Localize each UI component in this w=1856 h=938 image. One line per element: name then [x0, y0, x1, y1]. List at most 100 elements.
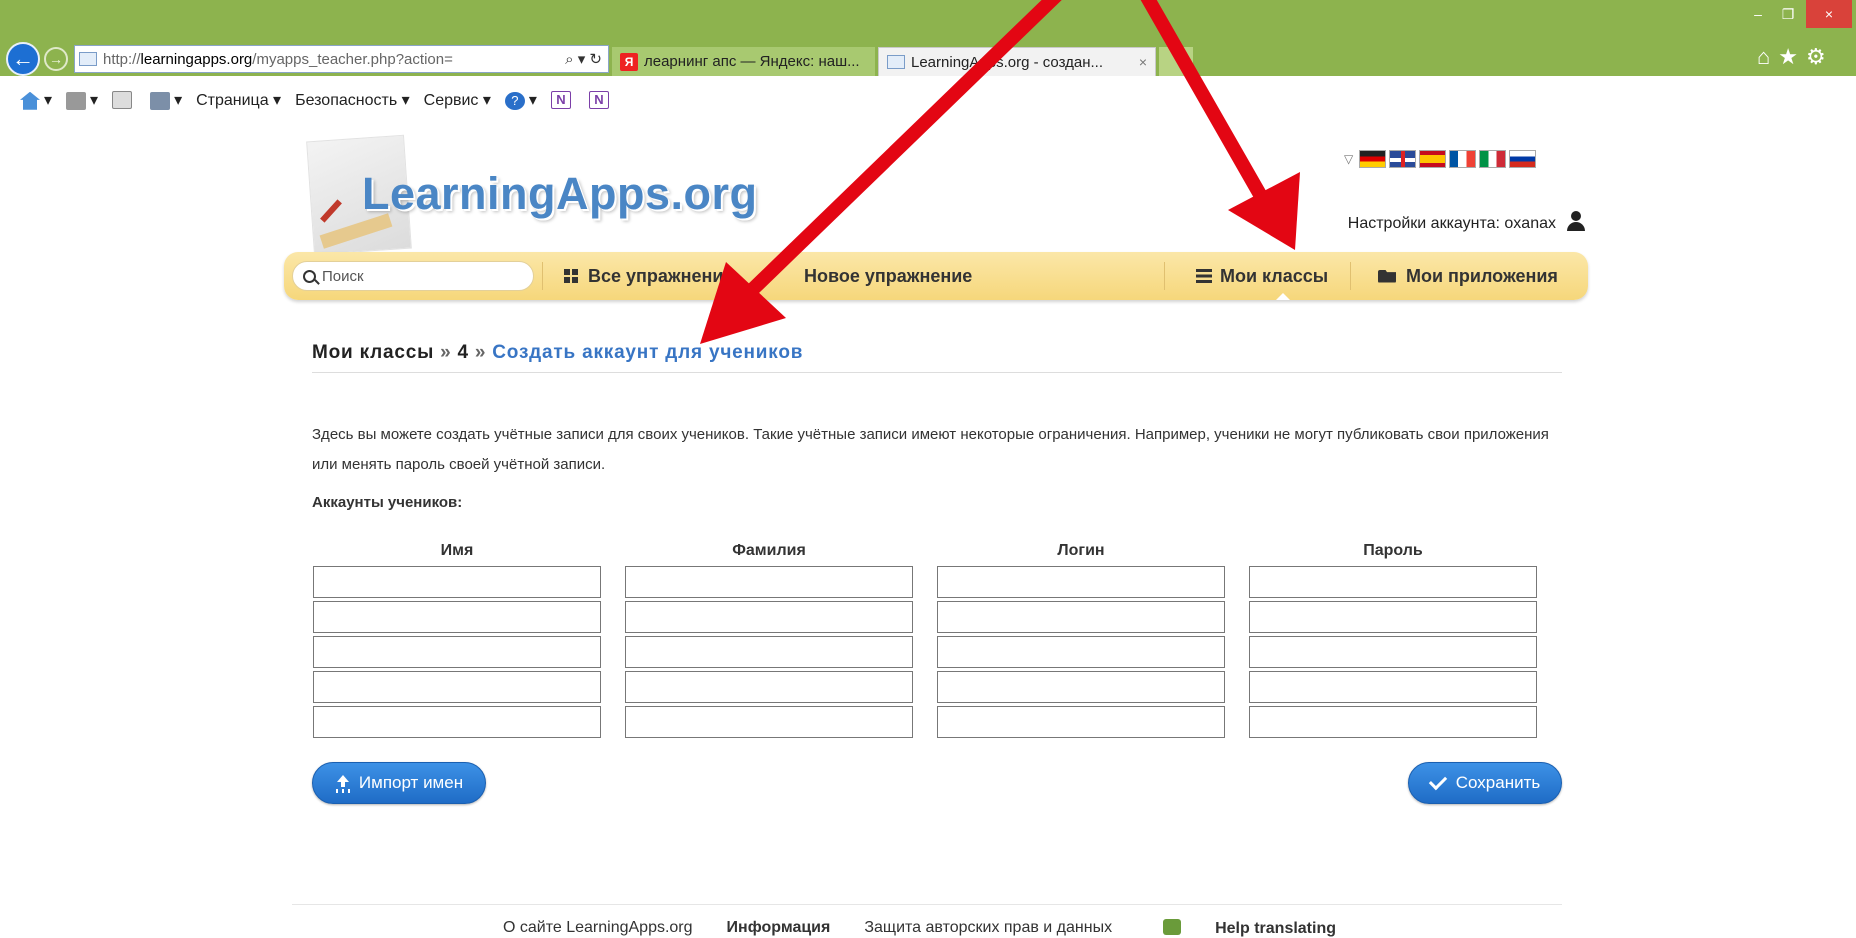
tab-close-icon[interactable]: × — [1139, 54, 1147, 70]
menu-all-exercises[interactable]: Все упражнения — [564, 252, 734, 300]
tab-yandex[interactable]: Я леарнинг апс — Яндекс: наш... — [612, 47, 875, 76]
close-window-button[interactable]: × — [1806, 0, 1852, 28]
mail-icon — [112, 90, 133, 109]
accounts-section-label: Аккаунты учеников: — [312, 494, 463, 511]
menu-new-exercise[interactable]: Новое упражнение — [804, 252, 972, 300]
checkmark-icon — [1428, 771, 1447, 791]
student-last-name-input[interactable] — [625, 706, 913, 738]
address-bar[interactable]: http://learningapps.org/myapps_teacher.p… — [74, 45, 609, 73]
student-first-name-input[interactable] — [313, 601, 601, 633]
student-first-name-input[interactable] — [313, 636, 601, 668]
home-button[interactable]: ▾ — [20, 90, 52, 110]
menu-label: Мои приложения — [1406, 265, 1558, 286]
breadcrumb-class[interactable]: 4 — [458, 342, 469, 363]
flag-english-icon[interactable] — [1389, 150, 1417, 168]
menu-my-classes[interactable]: Мои классы — [1196, 252, 1328, 300]
tab-learningapps[interactable]: LearningApps.org - создан... × — [878, 47, 1156, 76]
arrow-right-icon: → — [49, 51, 63, 67]
student-last-name-input[interactable] — [625, 566, 913, 598]
maximize-button[interactable]: ❐ — [1774, 0, 1802, 28]
menu-label: Мои классы — [1220, 265, 1329, 286]
student-password-input[interactable] — [1249, 601, 1537, 633]
onenote-button[interactable]: N — [550, 90, 575, 109]
student-password-input[interactable] — [1249, 566, 1537, 598]
breadcrumb-separator: » — [474, 342, 487, 363]
language-selector: ▽ — [1344, 150, 1539, 168]
service-menu[interactable]: Сервис ▾ — [424, 90, 491, 110]
arrow-left-icon: ← — [12, 46, 34, 71]
breadcrumb: Мои классы» 4» Создать аккаунт для ученико… — [312, 342, 803, 364]
footer-about-link[interactable]: О сайте LearningApps.org — [503, 919, 693, 938]
breadcrumb-separator: » — [440, 342, 452, 363]
help-button[interactable]: ? ▾ — [504, 90, 537, 110]
student-login-input[interactable] — [937, 671, 1225, 703]
onenote-icon: N — [550, 90, 571, 109]
home-favorites-settings-icons[interactable]: ⌂★⚙ — [1757, 44, 1834, 70]
footer-help-translating-link[interactable]: Help translating — [1146, 919, 1353, 938]
printer-icon — [150, 91, 171, 110]
menu-my-apps[interactable]: Мои приложения — [1378, 252, 1558, 300]
new-tab-button[interactable] — [1159, 47, 1193, 76]
student-accounts-grid — [313, 566, 1553, 741]
student-login-input[interactable] — [937, 636, 1225, 668]
address-search-refresh-icons[interactable]: ⌕ ▾ ↻ — [559, 50, 608, 68]
button-label: Сохранить — [1455, 773, 1541, 792]
forward-button[interactable]: → — [44, 47, 68, 71]
student-password-input[interactable] — [1249, 636, 1537, 668]
menu-divider — [1350, 262, 1351, 290]
student-login-input[interactable] — [937, 601, 1225, 633]
search-box[interactable] — [292, 261, 534, 291]
footer-info-link[interactable]: Информация — [727, 919, 831, 938]
search-icon — [303, 269, 316, 283]
student-last-name-input[interactable] — [625, 636, 913, 668]
menu-divider — [542, 262, 543, 290]
folder-icon — [1378, 269, 1396, 283]
back-button[interactable]: ← — [6, 42, 40, 76]
column-header-login: Логин — [1057, 542, 1105, 559]
search-input[interactable] — [322, 267, 522, 285]
flag-spanish-icon[interactable] — [1419, 150, 1447, 168]
student-row — [313, 636, 1553, 671]
student-password-input[interactable] — [1249, 671, 1537, 703]
menu-label: Новое упражнение — [804, 265, 973, 286]
footer-help-label: Help translating — [1215, 920, 1336, 937]
account-settings-link[interactable]: Настройки аккаунта: oxanax — [1280, 211, 1586, 233]
footer-copyright-link[interactable]: Защита авторских прав и данных — [864, 919, 1112, 938]
feeds-button[interactable]: ▾ — [66, 90, 98, 110]
flag-russian-icon[interactable] — [1509, 150, 1537, 168]
page-icon — [887, 55, 905, 69]
menu-label: Все упражнения — [588, 265, 734, 286]
student-login-input[interactable] — [937, 706, 1225, 738]
menu-divider — [1164, 262, 1165, 290]
rss-icon — [66, 91, 87, 110]
student-first-name-input[interactable] — [313, 671, 601, 703]
breadcrumb-my-classes[interactable]: Мои классы — [312, 342, 434, 363]
user-icon — [1566, 211, 1586, 231]
mail-button[interactable] — [112, 90, 136, 109]
page-menu[interactable]: Страница ▾ — [196, 90, 281, 110]
button-label: Импорт имен — [358, 773, 464, 792]
import-names-button[interactable]: Импорт имен — [312, 762, 486, 804]
flag-french-icon[interactable] — [1449, 150, 1477, 168]
flag-german-icon[interactable] — [1359, 150, 1387, 168]
flag-italian-icon[interactable] — [1479, 150, 1507, 168]
language-toggle-icon[interactable]: ▽ — [1344, 152, 1353, 166]
help-icon: ? — [504, 91, 525, 110]
print-button[interactable]: ▾ — [150, 90, 182, 110]
column-header-password: Пароль — [1363, 542, 1423, 559]
list-icon — [1196, 269, 1212, 283]
minimize-button[interactable]: – — [1744, 0, 1772, 28]
onenote-linked-button[interactable]: N — [588, 90, 613, 109]
student-login-input[interactable] — [937, 566, 1225, 598]
site-logo[interactable]: LearningApps.org — [362, 168, 758, 220]
student-last-name-input[interactable] — [625, 671, 913, 703]
security-menu[interactable]: Безопасность ▾ — [295, 90, 410, 110]
tab-label: леарнинг апс — Яндекс: наш... — [644, 53, 860, 70]
save-button[interactable]: Сохранить — [1408, 762, 1562, 804]
student-first-name-input[interactable] — [313, 566, 601, 598]
address-url[interactable]: http://learningapps.org/myapps_teacher.p… — [103, 51, 559, 68]
student-last-name-input[interactable] — [625, 601, 913, 633]
student-first-name-input[interactable] — [313, 706, 601, 738]
column-header-first-name: Имя — [440, 542, 474, 559]
student-password-input[interactable] — [1249, 706, 1537, 738]
